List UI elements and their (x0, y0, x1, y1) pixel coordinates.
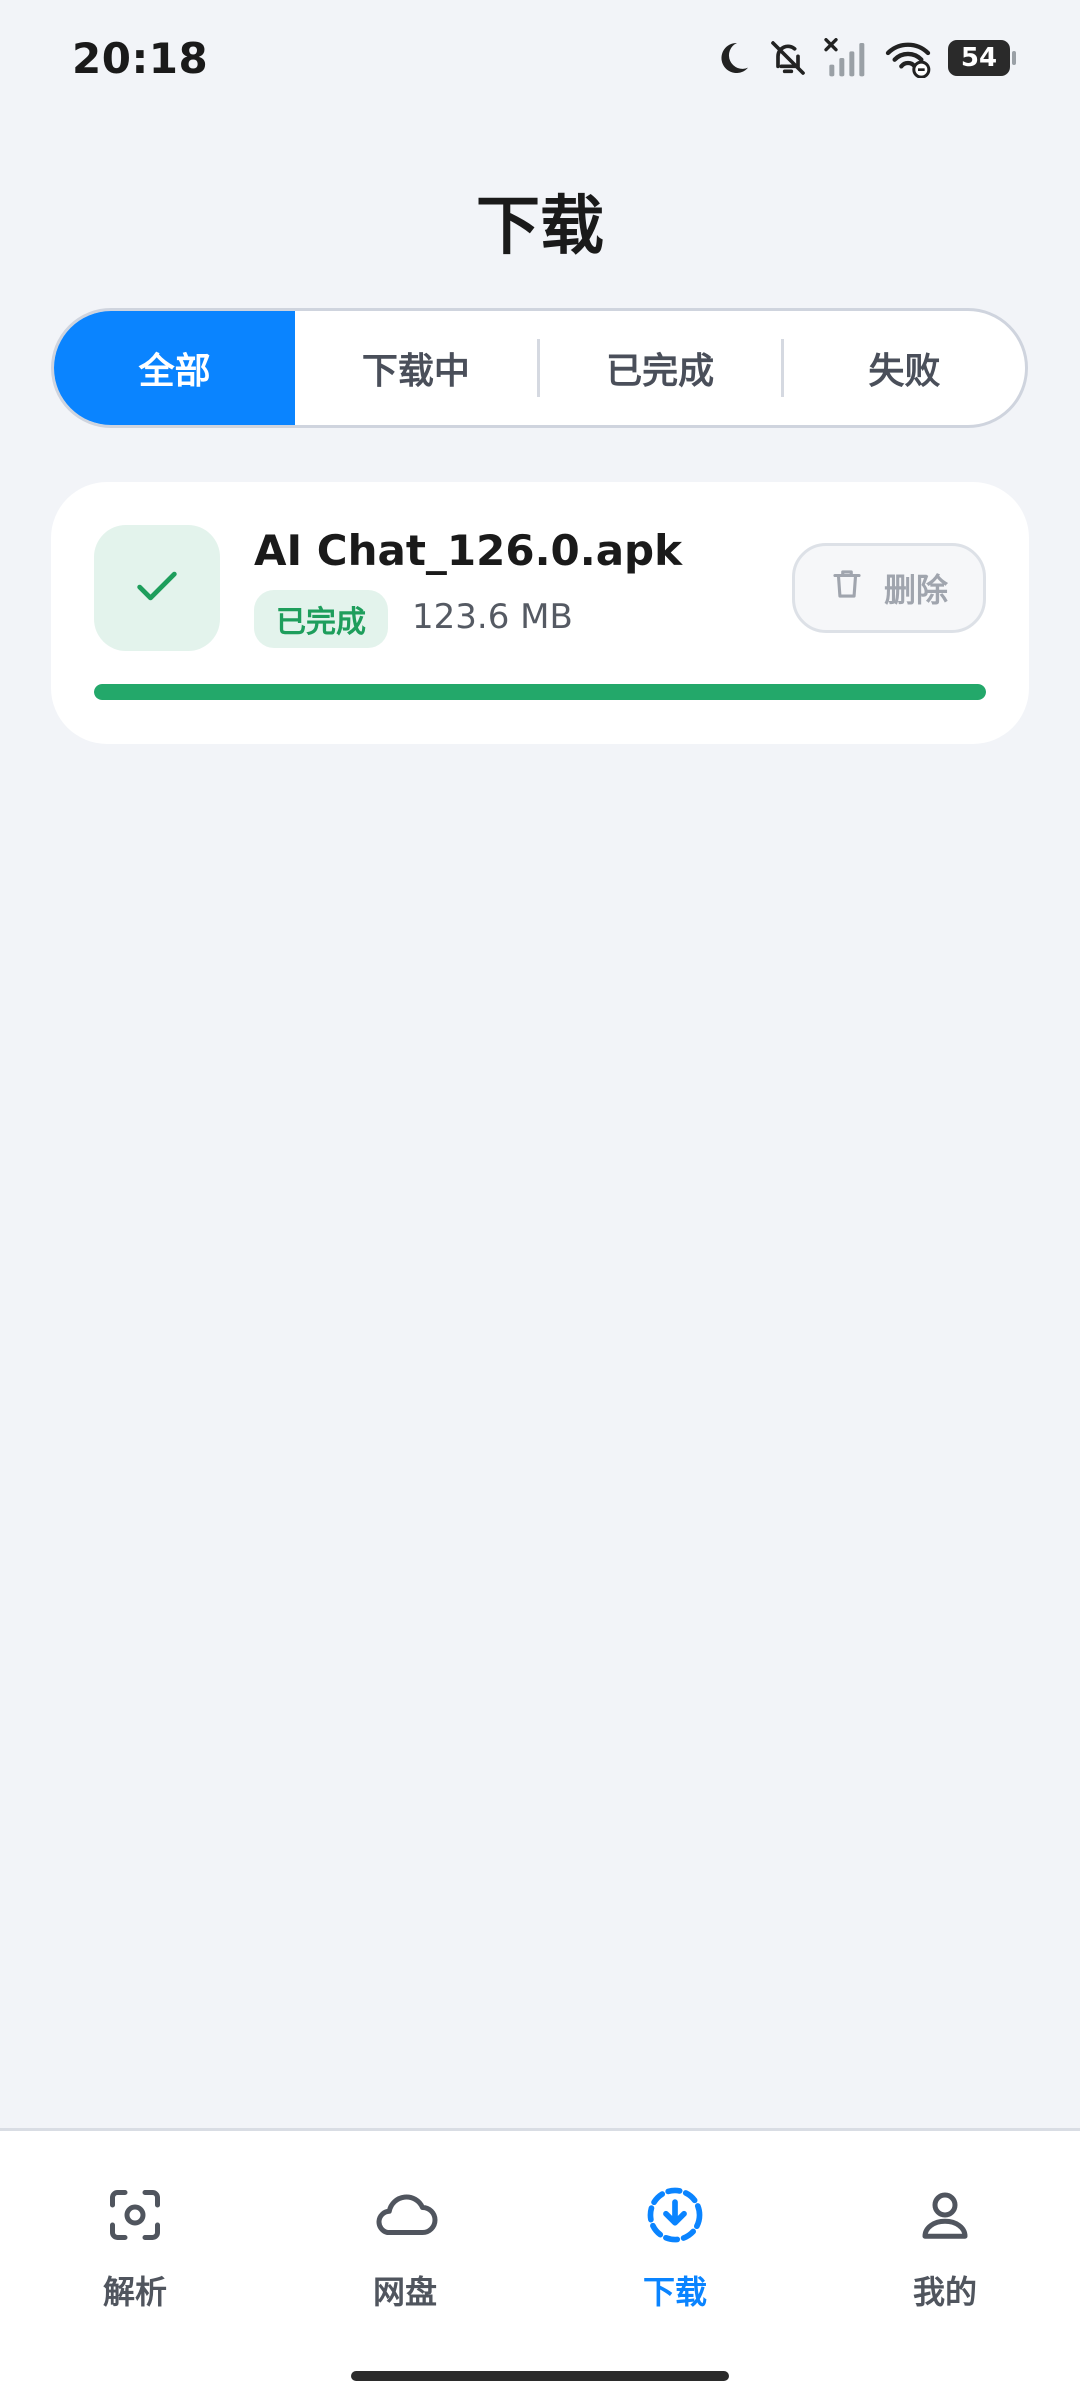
delete-label: 删除 (883, 571, 948, 609)
tab-failed[interactable]: 失败 (784, 311, 1025, 425)
file-size: 123.6 MB (412, 597, 573, 637)
bottom-nav: 解析 网盘 下载 我的 (0, 2128, 1080, 2400)
signal-off-icon (824, 38, 868, 78)
page-title: 下载 (476, 190, 604, 264)
wifi-icon (884, 38, 932, 78)
nav-item-cloud[interactable]: 网盘 (305, 2181, 505, 2321)
nav-item-parse[interactable]: 解析 (35, 2181, 235, 2321)
status-icons: 54 (714, 34, 1016, 82)
progress-bar (94, 684, 986, 700)
moon-icon (714, 39, 752, 77)
status-bar: 20:18 54 (0, 0, 1080, 120)
nav-label-me: 我的 (912, 2273, 977, 2311)
nav-label-download: 下载 (642, 2273, 707, 2311)
user-icon (915, 2181, 975, 2249)
tab-completed[interactable]: 已完成 (540, 311, 781, 425)
mute-icon (768, 38, 808, 78)
file-name: AI Chat_126.0.apk (254, 526, 683, 575)
nav-item-download[interactable]: 下载 (575, 2181, 775, 2321)
cloud-icon (370, 2181, 440, 2249)
nav-label-parse: 解析 (102, 2273, 167, 2311)
file-status-icon-box (94, 525, 220, 651)
delete-button[interactable]: 删除 (792, 543, 986, 633)
download-icon (644, 2181, 706, 2249)
tab-all[interactable]: 全部 (54, 311, 296, 425)
status-time: 20:18 (72, 34, 209, 83)
scan-icon (105, 2181, 165, 2249)
home-indicator[interactable] (351, 2371, 729, 2381)
nav-label-cloud: 网盘 (372, 2273, 437, 2311)
tab-downloading[interactable]: 下载中 (295, 311, 536, 425)
download-item-card[interactable]: AI Chat_126.0.apk 已完成 123.6 MB 删除 (51, 482, 1029, 744)
nav-item-me[interactable]: 我的 (845, 2181, 1045, 2321)
status-badge: 已完成 (254, 590, 388, 648)
battery-icon: 54 (948, 40, 1016, 76)
progress-fill (94, 684, 986, 700)
check-icon (131, 560, 183, 616)
trash-icon (830, 567, 864, 609)
filter-tabs: 全部 下载中 已完成 失败 (51, 308, 1028, 428)
